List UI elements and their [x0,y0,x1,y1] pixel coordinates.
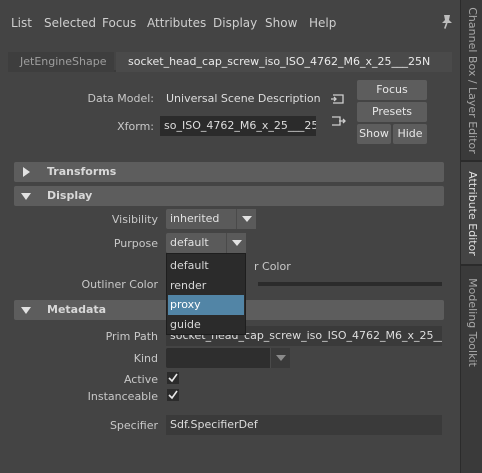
xform-label: Xform: [117,120,154,133]
prim-path-label: Prim Path [105,330,158,343]
presets-button[interactable]: Presets [357,102,427,122]
pin-icon[interactable] [440,14,454,30]
specifier-label: Specifier [109,419,158,432]
active-label: Active [123,373,158,386]
purpose-option-guide[interactable]: guide [168,315,244,335]
tab-channel-box-label: Channel Box / Layer Editor [465,6,479,154]
tab-channel-box-layer-editor[interactable]: Channel Box / Layer Editor [461,0,482,160]
collapse-arrow-icon [21,193,31,200]
outliner-color-label: Outliner Color [81,278,158,291]
menu-show[interactable]: Show [265,16,297,30]
chevron-down-icon [242,216,252,222]
purpose-option-default[interactable]: default [168,256,244,276]
instanceable-label: Instanceable [87,390,158,403]
tab-socket-head-cap-screw[interactable]: socket_head_cap_screw_iso_ISO_4762_M6_x_… [116,52,452,72]
outliner-color-slider[interactable] [258,282,442,286]
visibility-label: Visibility [111,213,158,226]
purpose-option-proxy[interactable]: proxy [168,295,244,315]
menu-focus[interactable]: Focus [102,16,136,30]
tab-modeling-toolkit-label: Modeling Toolkit [465,277,479,367]
purpose-option-render[interactable]: render [168,276,244,296]
menu-attributes[interactable]: Attributes [147,16,206,30]
checkmark-icon [168,390,178,400]
menu-bar: List Selected Focus Attributes Display S… [0,0,460,42]
side-tab-bar: Channel Box / Layer Editor Attribute Edi… [460,0,482,473]
display-section-title: Display [47,189,93,202]
tab-modeling-toolkit[interactable]: Modeling Toolkit [461,266,482,378]
purpose-label: Purpose [113,237,158,250]
node-tab-strip: JetEngineShape socket_head_cap_screw_iso… [8,50,452,72]
active-checkbox[interactable] [167,372,179,384]
chevron-down-icon [276,355,286,361]
partial-color-label: r Color [254,260,291,273]
menu-display[interactable]: Display [213,16,257,30]
purpose-dropdown-list: default render proxy guide [166,253,246,335]
transforms-section-header[interactable]: Transforms [14,162,444,182]
kind-dropdown[interactable] [166,348,290,368]
tab-attribute-editor[interactable]: Attribute Editor [461,162,482,264]
menu-selected[interactable]: Selected [44,16,96,30]
collapse-arrow-icon [21,307,31,314]
show-button[interactable]: Show [357,124,391,144]
data-model-label: Data Model: [87,92,155,105]
instanceable-checkbox[interactable] [167,389,179,401]
metadata-section-title: Metadata [47,303,107,316]
chevron-down-icon [232,240,242,246]
menu-help[interactable]: Help [309,16,336,30]
purpose-dropdown[interactable]: default [166,233,246,253]
expand-arrow-icon [23,167,30,177]
visibility-value: inherited [170,212,220,225]
display-section-header[interactable]: Display [14,186,444,206]
visibility-dropdown[interactable]: inherited [166,209,256,229]
tab-jet-engine-shape[interactable]: JetEngineShape [8,52,114,72]
xform-name-field[interactable]: so_ISO_4762_M6_x_25___25N [160,116,316,136]
menu-list[interactable]: List [11,16,32,30]
data-model-value: Universal Scene Description [166,92,321,105]
kind-label: Kind [133,352,158,365]
transforms-section-title: Transforms [47,165,117,178]
input-connection-icon[interactable] [330,92,346,106]
specifier-field: Sdf.SpecifierDef [166,415,442,435]
tab-attribute-editor-label: Attribute Editor [465,170,479,256]
focus-button[interactable]: Focus [357,80,427,100]
purpose-value: default [170,236,209,249]
output-connection-icon[interactable] [330,114,346,128]
checkmark-icon [168,373,178,383]
hide-button[interactable]: Hide [393,124,427,144]
